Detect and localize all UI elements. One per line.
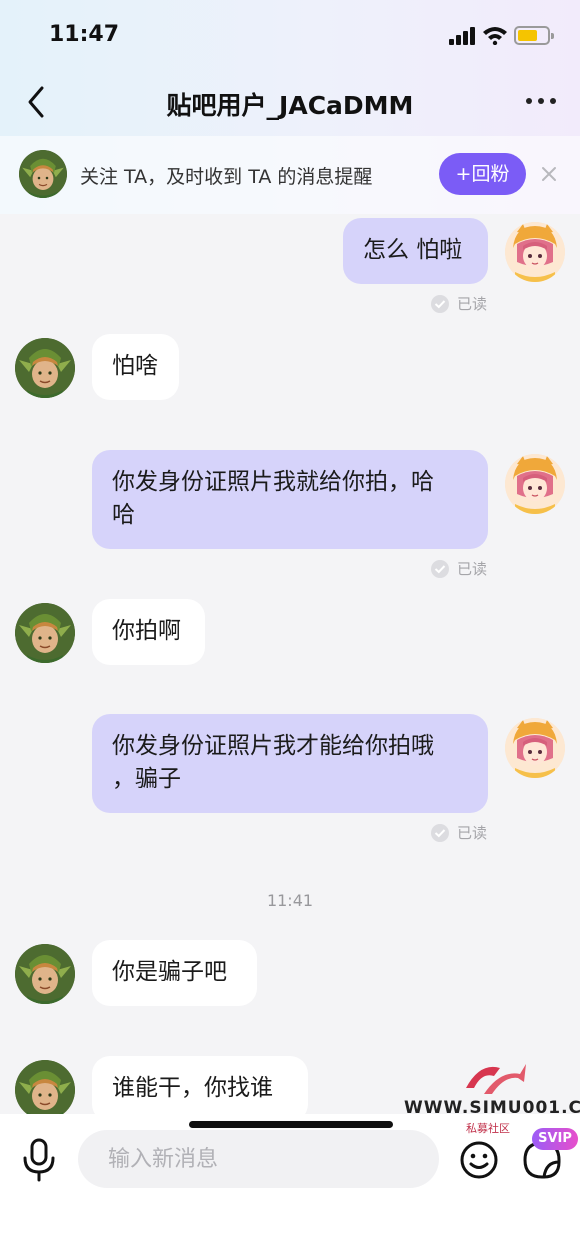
watermark-url: WWW.SIMU001.CN bbox=[404, 1098, 580, 1118]
message-bubble-incoming[interactable]: 你是骗子吧 bbox=[92, 940, 257, 1006]
status-bar: 11:47 bbox=[0, 0, 580, 72]
status-time: 11:47 bbox=[49, 22, 120, 47]
message-text: 你是骗子吧 bbox=[112, 959, 227, 985]
back-arrow-icon[interactable] bbox=[22, 82, 52, 122]
emoji-icon[interactable] bbox=[459, 1140, 499, 1180]
message-text-line: 哈 bbox=[112, 502, 135, 528]
timestamp: 11:41 bbox=[266, 891, 314, 910]
read-label: 已读 bbox=[457, 295, 488, 313]
message-list[interactable]: 怎么 怕啦 已读 怕啥 你发身份证照片我就给你拍，哈 哈 已读 你拍啊 你发身份… bbox=[0, 214, 580, 1114]
contact-avatar[interactable] bbox=[15, 338, 75, 398]
battery-icon bbox=[514, 26, 554, 45]
follow-banner: 关注 TA，及时收到 TA 的消息提醒 +回粉 bbox=[0, 136, 580, 214]
message-text: 谁能干，你找谁 bbox=[112, 1075, 273, 1101]
message-text-line: 你发身份证照片我才能给你拍哦 bbox=[112, 733, 434, 759]
watermark-logo-icon bbox=[466, 1064, 526, 1094]
message-bubble-incoming[interactable]: 你拍啊 bbox=[92, 599, 205, 665]
read-label: 已读 bbox=[457, 824, 488, 842]
page-title: 贴吧用户_JACaDMM bbox=[166, 91, 414, 120]
message-bubble-outgoing[interactable]: 你发身份证照片我就给你拍，哈 哈 bbox=[92, 450, 488, 549]
message-input[interactable] bbox=[78, 1130, 439, 1188]
message-bubble-outgoing[interactable]: 怎么 怕啦 bbox=[343, 218, 488, 284]
cellular-signal-icon bbox=[449, 27, 477, 45]
message-text-line: 你发身份证照片我就给你拍，哈 bbox=[112, 469, 434, 495]
contact-avatar[interactable] bbox=[15, 603, 75, 663]
watermark: WWW.SIMU001.CN 私募社区 bbox=[402, 1058, 580, 1138]
message-bubble-incoming[interactable]: 谁能干，你找谁 bbox=[92, 1056, 308, 1114]
message-text-line: ，骗子 bbox=[112, 766, 181, 792]
navigation-bar: 贴吧用户_JACaDMM bbox=[0, 72, 580, 136]
my-avatar[interactable] bbox=[505, 454, 565, 514]
wifi-icon bbox=[483, 27, 507, 45]
message-bubble-outgoing[interactable]: 你发身份证照片我才能给你拍哦 ，骗子 bbox=[92, 714, 488, 813]
follow-back-button[interactable]: +回粉 bbox=[439, 153, 526, 195]
check-circle-icon bbox=[431, 560, 449, 578]
close-icon[interactable] bbox=[539, 164, 559, 184]
my-avatar[interactable] bbox=[505, 718, 565, 778]
check-circle-icon bbox=[431, 824, 449, 842]
message-text: 你拍啊 bbox=[112, 618, 181, 644]
my-avatar[interactable] bbox=[505, 222, 565, 282]
microphone-icon[interactable] bbox=[20, 1138, 58, 1182]
message-text: 怎么 怕啦 bbox=[363, 237, 463, 263]
contact-avatar[interactable] bbox=[15, 1060, 75, 1114]
check-circle-icon bbox=[431, 295, 449, 313]
follow-hint-text: 关注 TA，及时收到 TA 的消息提醒 bbox=[80, 166, 373, 188]
contact-avatar[interactable] bbox=[15, 944, 75, 1004]
more-options-icon[interactable] bbox=[520, 88, 562, 114]
message-text: 怕啥 bbox=[112, 353, 158, 379]
watermark-subtitle: 私募社区 bbox=[466, 1122, 510, 1135]
contact-avatar[interactable] bbox=[19, 150, 67, 198]
read-label: 已读 bbox=[457, 560, 488, 578]
home-indicator bbox=[189, 1121, 393, 1128]
message-bubble-incoming[interactable]: 怕啥 bbox=[92, 334, 179, 400]
